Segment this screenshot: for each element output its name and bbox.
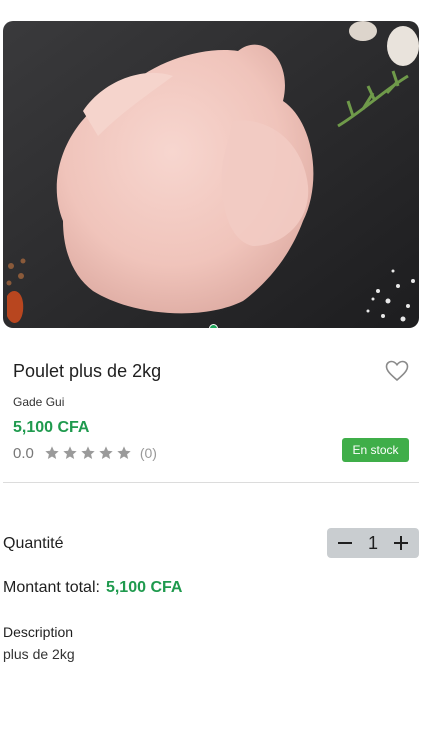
quantity-label: Quantité bbox=[3, 535, 64, 552]
divider bbox=[3, 482, 419, 483]
product-image[interactable] bbox=[3, 21, 419, 328]
rating-stars bbox=[44, 445, 132, 461]
vendor-name[interactable]: Gade Gui bbox=[13, 395, 64, 409]
description-label: Description bbox=[3, 624, 74, 640]
star-icon bbox=[63, 446, 77, 459]
star-icon bbox=[99, 446, 113, 459]
rating-row: 0.0 (0) bbox=[13, 444, 157, 462]
plus-icon[interactable] bbox=[393, 535, 409, 551]
description-text: plus de 2kg bbox=[3, 646, 75, 662]
star-icon bbox=[117, 446, 131, 459]
heart-outline-icon[interactable] bbox=[385, 360, 409, 382]
total-label: Montant total: bbox=[3, 579, 100, 596]
image-pager-dot[interactable] bbox=[209, 324, 218, 328]
quantity-value: 1 bbox=[367, 532, 378, 553]
chicken-photo bbox=[3, 21, 419, 328]
star-icon bbox=[45, 446, 59, 459]
minus-icon[interactable] bbox=[337, 535, 353, 551]
product-price: 5,100 CFA bbox=[13, 419, 90, 436]
rating-count: (0) bbox=[139, 445, 157, 461]
product-title: Poulet plus de 2kg bbox=[13, 361, 162, 381]
rating-value: 0.0 bbox=[13, 444, 34, 462]
star-icon bbox=[81, 446, 95, 459]
quantity-stepper: 1 bbox=[327, 528, 419, 558]
total-row: Montant total: 5,100 CFA bbox=[3, 579, 182, 597]
total-value: 5,100 CFA bbox=[105, 579, 183, 596]
stock-badge: En stock bbox=[342, 438, 409, 462]
